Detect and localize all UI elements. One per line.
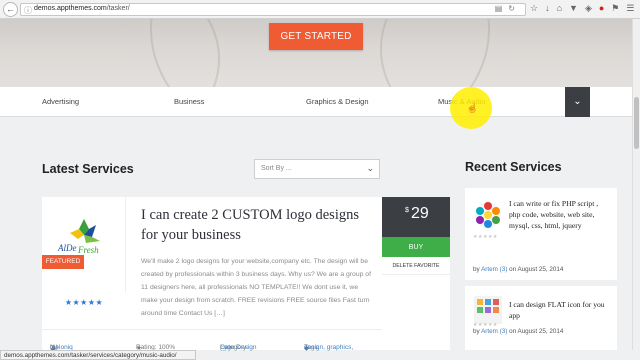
recent-service-item[interactable]: ★★★★★ I can design FLAT icon for you app…	[465, 286, 617, 350]
address-bar[interactable]: ⓘ demos.appthemes.com/tasker/ ▤↻	[20, 3, 526, 16]
price-amount: 29	[411, 205, 429, 222]
category-graphics-design[interactable]: Graphics & Design	[306, 97, 369, 106]
price-column-fill	[382, 275, 450, 350]
latest-services-heading: Latest Services	[42, 162, 134, 176]
globe-icon: ⓘ	[24, 6, 32, 15]
chevron-down-icon: ⌄	[366, 163, 374, 173]
category-nav: Advertising Business Graphics & Design M…	[0, 87, 632, 117]
price-currency: $	[405, 207, 409, 214]
url-path: /tasker/	[106, 5, 130, 12]
flat-icon-thumbnail-image	[474, 296, 502, 324]
category-expand-toggle[interactable]: ⌄	[565, 87, 590, 117]
recent-service-byline: by Artem (3) on August 25, 2014	[473, 264, 613, 275]
service-meta: ♟ by meloniq (1) ★ Rating: 100% ▢ Catego…	[42, 329, 382, 352]
category-advertising[interactable]: Advertising	[42, 97, 79, 106]
buy-button[interactable]: BUY	[382, 237, 450, 257]
price-column: $ 29 BUY DELETE FAVORITE	[382, 197, 450, 350]
price-box: $ 29	[382, 197, 450, 237]
author-link[interactable]: Artem	[481, 266, 498, 273]
flag-icon[interactable]: ⚑	[611, 3, 626, 13]
logo-lettering: Fresh	[77, 245, 99, 255]
get-started-button[interactable]: GET STARTED	[269, 23, 363, 50]
service-title[interactable]: I can create 2 CUSTOM logo designs for y…	[141, 205, 373, 245]
delete-favorite-button[interactable]: DELETE FAVORITE	[382, 257, 450, 275]
url-domain: demos.appthemes.com	[34, 5, 107, 12]
post-date: on August 25, 2014	[509, 266, 564, 273]
sort-placeholder: Sort By ...	[261, 165, 292, 172]
logo-thumbnail-image: AlDe Fresh	[57, 219, 100, 255]
menu-icon[interactable]: ☰	[626, 3, 640, 13]
featured-badge: FEATURED	[42, 255, 84, 269]
star-bookmark-icon[interactable]: ☆	[530, 3, 545, 13]
recent-service-title[interactable]: I can design FLAT icon for you app	[509, 299, 609, 321]
download-icon[interactable]: ↓	[545, 3, 557, 13]
recent-services-heading: Recent Services	[465, 160, 562, 174]
browser-status-bar: demos.appthemes.com/tasker/services/cate…	[0, 350, 196, 360]
author-link[interactable]: Artem	[481, 328, 498, 335]
chevron-down-icon: ⌄	[573, 96, 582, 107]
hero-banner: GET STARTED	[0, 19, 640, 87]
back-arrow-icon: ←	[6, 4, 15, 14]
recent-service-item[interactable]: ★★★★★ I can write or fix PHP script , ph…	[465, 188, 617, 280]
url-action-icons[interactable]: ▤↻	[495, 4, 521, 13]
category-business[interactable]: Business	[174, 97, 204, 106]
sort-dropdown[interactable]: Sort By ... ⌄	[254, 159, 380, 179]
recent-service-title[interactable]: I can write or fix PHP script , php code…	[509, 198, 609, 231]
logo-lettering: AlDe	[57, 243, 77, 253]
url-text: demos.appthemes.com/tasker/	[34, 5, 130, 12]
service-description: We'll make 2 logo designs for your websi…	[141, 258, 371, 317]
post-date: on August 25, 2014	[509, 328, 564, 335]
author-count: (3)	[499, 328, 508, 335]
browser-tools[interactable]: ☆↓⌂▼◈●⚑☰	[530, 3, 640, 16]
home-icon[interactable]: ⌂	[557, 3, 569, 13]
by-label: by	[473, 266, 480, 273]
tags-links[interactable]: design, graphics,	[304, 344, 353, 351]
back-button[interactable]: ←	[3, 2, 18, 17]
author-count: (3)	[499, 266, 508, 273]
hand-cursor-icon: ☝	[466, 103, 479, 114]
recent-service-byline: by Artem (3) on August 25, 2014	[473, 326, 613, 337]
service-thumbnail[interactable]: AlDe Fresh FEATURED ★★★★★	[42, 197, 126, 307]
shield-icon[interactable]: ◈	[585, 3, 599, 13]
php-thumbnail-image	[475, 202, 501, 228]
by-label: by	[473, 328, 480, 335]
rating-stars: ★★★★★	[64, 298, 104, 307]
page-scrollbar[interactable]	[632, 19, 640, 350]
service-card: AlDe Fresh FEATURED ★★★★★ I can create 2…	[42, 197, 382, 352]
recent-rating-stars: ★★★★★	[473, 234, 498, 240]
pinterest-icon[interactable]: ●	[599, 3, 611, 13]
pocket-icon[interactable]: ▼	[569, 3, 585, 13]
category-link[interactable]: Logo Design	[220, 344, 257, 351]
scrollbar-thumb[interactable]	[634, 97, 639, 149]
browser-toolbar: ← ⓘ demos.appthemes.com/tasker/ ▤↻ ☆↓⌂▼◈…	[0, 0, 640, 19]
